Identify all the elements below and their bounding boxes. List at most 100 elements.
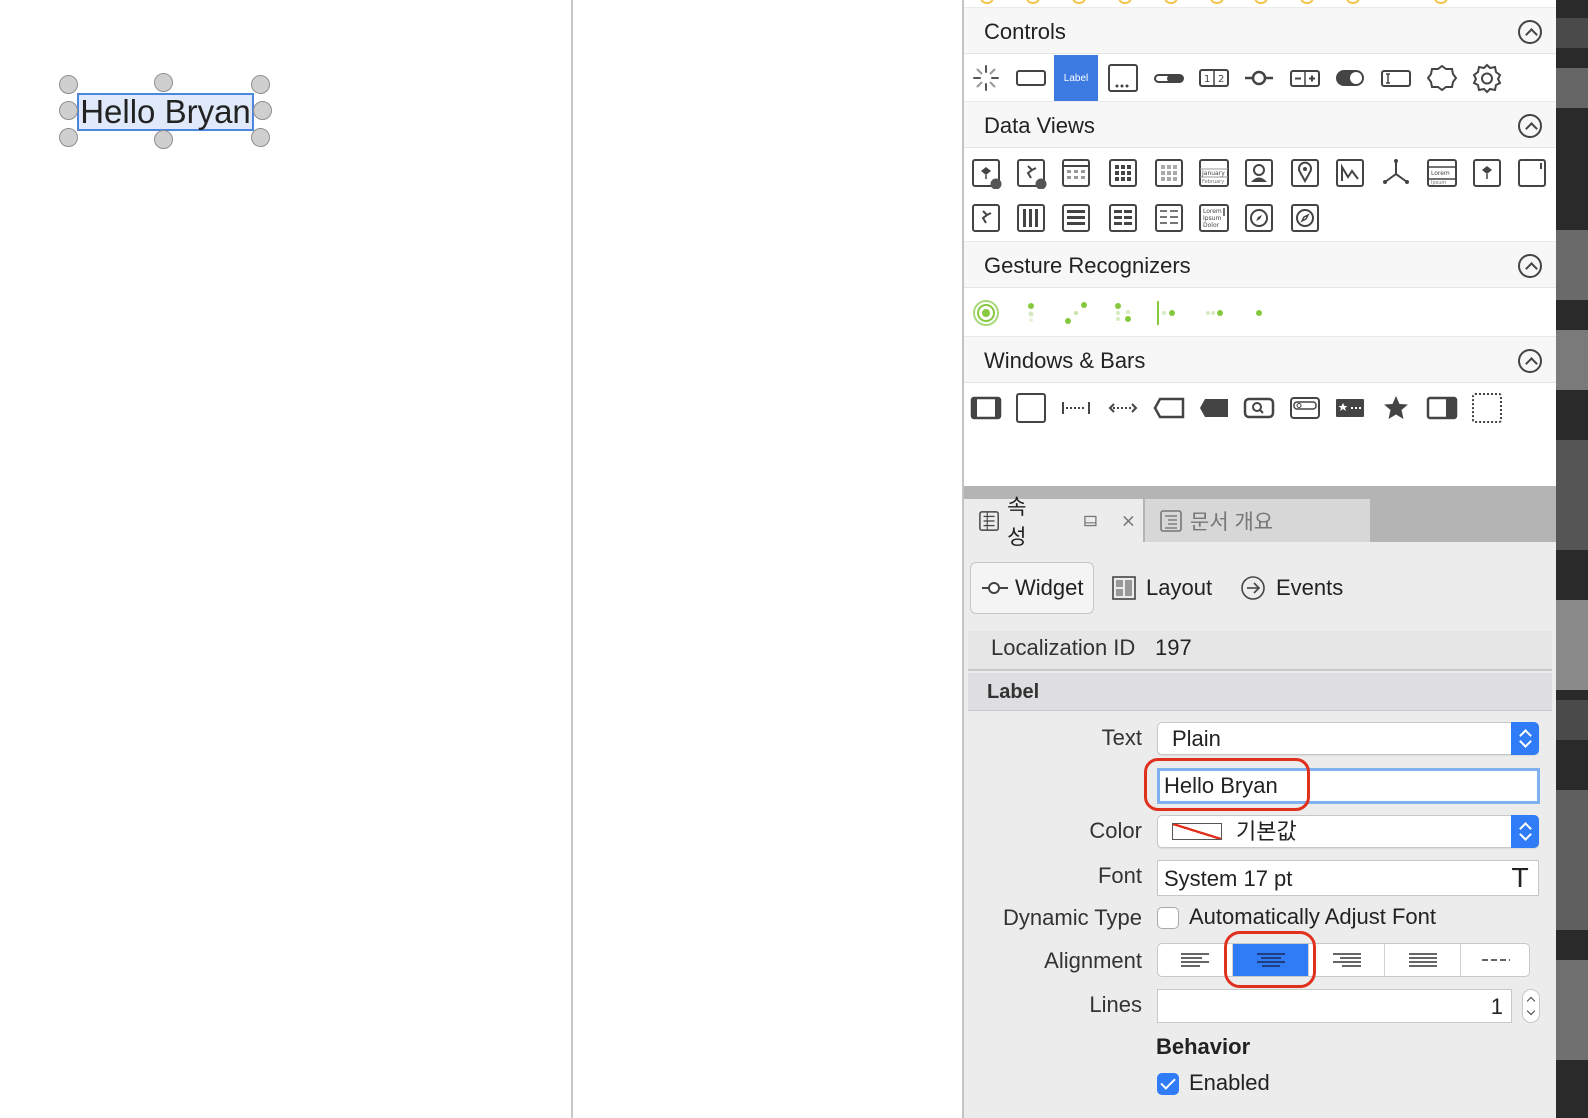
button-icon[interactable] — [1009, 55, 1053, 101]
custom-shape-icon[interactable] — [1420, 55, 1464, 101]
long-press-gesture-icon[interactable] — [1237, 290, 1281, 336]
text-field-icon[interactable] — [1101, 55, 1145, 101]
close-icon[interactable] — [1122, 514, 1135, 528]
pan-gesture-icon[interactable] — [1192, 290, 1236, 336]
section-controls-header[interactable]: Controls — [964, 7, 1556, 54]
resize-handle-bottom[interactable] — [154, 130, 173, 149]
scene-3d-icon[interactable] — [1374, 150, 1418, 196]
search-field-icon[interactable] — [1283, 385, 1327, 431]
stepper-icon[interactable] — [1283, 55, 1327, 101]
map-view-icon[interactable] — [1283, 150, 1327, 196]
gear-shape-icon[interactable] — [1465, 55, 1509, 101]
subtab-widget[interactable]: Widget — [970, 562, 1094, 614]
grid-view-icon[interactable] — [1101, 150, 1145, 196]
resize-handle-bottom-left[interactable] — [59, 128, 78, 147]
resize-handle-top-left[interactable] — [59, 75, 78, 94]
collapse-icon[interactable] — [1518, 20, 1542, 44]
rotation-gesture-icon[interactable] — [1054, 290, 1098, 336]
align-natural-icon — [1482, 959, 1510, 961]
align-justified-button[interactable] — [1385, 944, 1461, 976]
resize-handle-left[interactable] — [59, 101, 78, 120]
undock-icon[interactable] — [1084, 514, 1097, 528]
activity-indicator-icon[interactable] — [964, 55, 1008, 101]
section-data-views-header[interactable]: Data Views — [964, 101, 1556, 148]
font-field[interactable]: System 17 pt T — [1157, 860, 1539, 896]
align-natural-button[interactable] — [1461, 944, 1531, 976]
text-input-icon[interactable] — [1374, 55, 1418, 101]
controls-icon-row: Label 12 — [964, 55, 1556, 101]
view-icon[interactable] — [1009, 385, 1053, 431]
resize-handle-top[interactable] — [154, 73, 173, 92]
align-left-icon — [1181, 953, 1209, 967]
resize-handle-right[interactable] — [253, 101, 272, 120]
slider-thumb-icon[interactable] — [1237, 55, 1281, 101]
edge-pan-gesture-icon[interactable] — [1147, 290, 1191, 336]
selected-label-widget[interactable]: Hello Bryan — [77, 93, 254, 131]
align-right-button[interactable] — [1309, 944, 1385, 976]
grid-list-icon[interactable] — [1101, 195, 1145, 241]
font-picker-icon[interactable]: T — [1512, 864, 1528, 894]
search-bar-icon[interactable] — [1237, 385, 1281, 431]
section-title: Data Views — [984, 113, 1095, 138]
list-view-icon[interactable] — [1054, 195, 1098, 241]
tab-bar-item-icon[interactable] — [1328, 385, 1372, 431]
tab-bar-icon[interactable] — [1192, 385, 1236, 431]
chart-view-icon[interactable] — [1328, 150, 1372, 196]
resize-handle-top-right[interactable] — [251, 75, 270, 94]
split-view-icon[interactable] — [1420, 385, 1464, 431]
toolbar-item-icon[interactable] — [1147, 385, 1191, 431]
dashed-container-icon[interactable] — [1465, 385, 1509, 431]
star-item-icon[interactable] — [1374, 385, 1418, 431]
windows-bars-icon-row — [964, 385, 1556, 431]
storyboard-canvas[interactable]: Hello Bryan — [0, 0, 571, 1118]
ar-sprite-icon[interactable] — [1009, 150, 1053, 196]
subtab-widget-label: Widget — [1015, 575, 1084, 600]
detail-list-icon[interactable] — [1147, 195, 1191, 241]
properties-icon — [979, 510, 999, 531]
lines-input[interactable]: 1 — [1157, 989, 1512, 1023]
collapse-icon[interactable] — [1518, 349, 1542, 373]
tab-document-outline[interactable]: 문서 개요 — [1145, 499, 1370, 542]
label-section-header[interactable]: Label — [968, 673, 1552, 711]
text-type-select[interactable]: Plain — [1157, 722, 1539, 755]
navigation-bar-icon[interactable] — [964, 385, 1008, 431]
auto-adjust-font-checkbox[interactable] — [1157, 907, 1179, 929]
section-windows-bars-header[interactable]: Windows & Bars — [964, 336, 1556, 383]
table-view-icon[interactable] — [1054, 150, 1098, 196]
subtab-events[interactable]: Events — [1240, 562, 1343, 614]
sprite-view-icon[interactable] — [964, 195, 1008, 241]
color-select[interactable]: 기본값 — [1157, 815, 1539, 848]
resize-handle-bottom-right[interactable] — [251, 128, 270, 147]
date-picker-icon[interactable]: January February — [1192, 150, 1236, 196]
segmented-control-icon[interactable]: 12 — [1192, 55, 1236, 101]
data-views-icon-row-1: January February Lorem Ipsum — [964, 150, 1556, 196]
collection-view-icon[interactable] — [1147, 150, 1191, 196]
lorem-text-icon[interactable]: Lorem Ipsum Dolor — [1192, 195, 1236, 241]
align-left-button[interactable] — [1158, 944, 1233, 976]
label-icon[interactable]: Label — [1054, 55, 1098, 101]
section-gesture-recognizers-header[interactable]: Gesture Recognizers — [964, 241, 1556, 288]
collapse-icon[interactable] — [1518, 114, 1542, 138]
column-view-icon[interactable] — [1009, 195, 1053, 241]
tap-gesture-icon[interactable] — [964, 290, 1008, 336]
flexible-space-icon[interactable] — [1054, 385, 1098, 431]
fixed-space-icon[interactable] — [1101, 385, 1145, 431]
compass-view-icon[interactable] — [1237, 195, 1281, 241]
pinch-gesture-icon[interactable] — [1009, 290, 1053, 336]
switch-icon[interactable] — [1328, 55, 1372, 101]
text-view-icon[interactable]: Lorem Ipsum — [1420, 150, 1464, 196]
enabled-checkbox[interactable] — [1157, 1073, 1179, 1095]
ar-scene-icon[interactable] — [964, 150, 1008, 196]
navigation-view-icon[interactable] — [1283, 195, 1327, 241]
slider-icon[interactable] — [1147, 55, 1191, 101]
image-view-icon[interactable] — [1237, 150, 1281, 196]
tab-properties[interactable]: 속성 — [964, 496, 1143, 549]
container-view-icon[interactable] — [1510, 150, 1554, 196]
swipe-gesture-icon[interactable] — [1101, 290, 1145, 336]
subtab-layout[interactable]: Layout — [1112, 562, 1212, 614]
collapse-icon[interactable] — [1518, 254, 1542, 278]
spritekit-view-icon[interactable] — [1465, 150, 1509, 196]
lines-stepper[interactable] — [1522, 989, 1540, 1023]
label-icon-text: Label — [1063, 72, 1089, 84]
subtab-layout-label: Layout — [1146, 575, 1213, 600]
